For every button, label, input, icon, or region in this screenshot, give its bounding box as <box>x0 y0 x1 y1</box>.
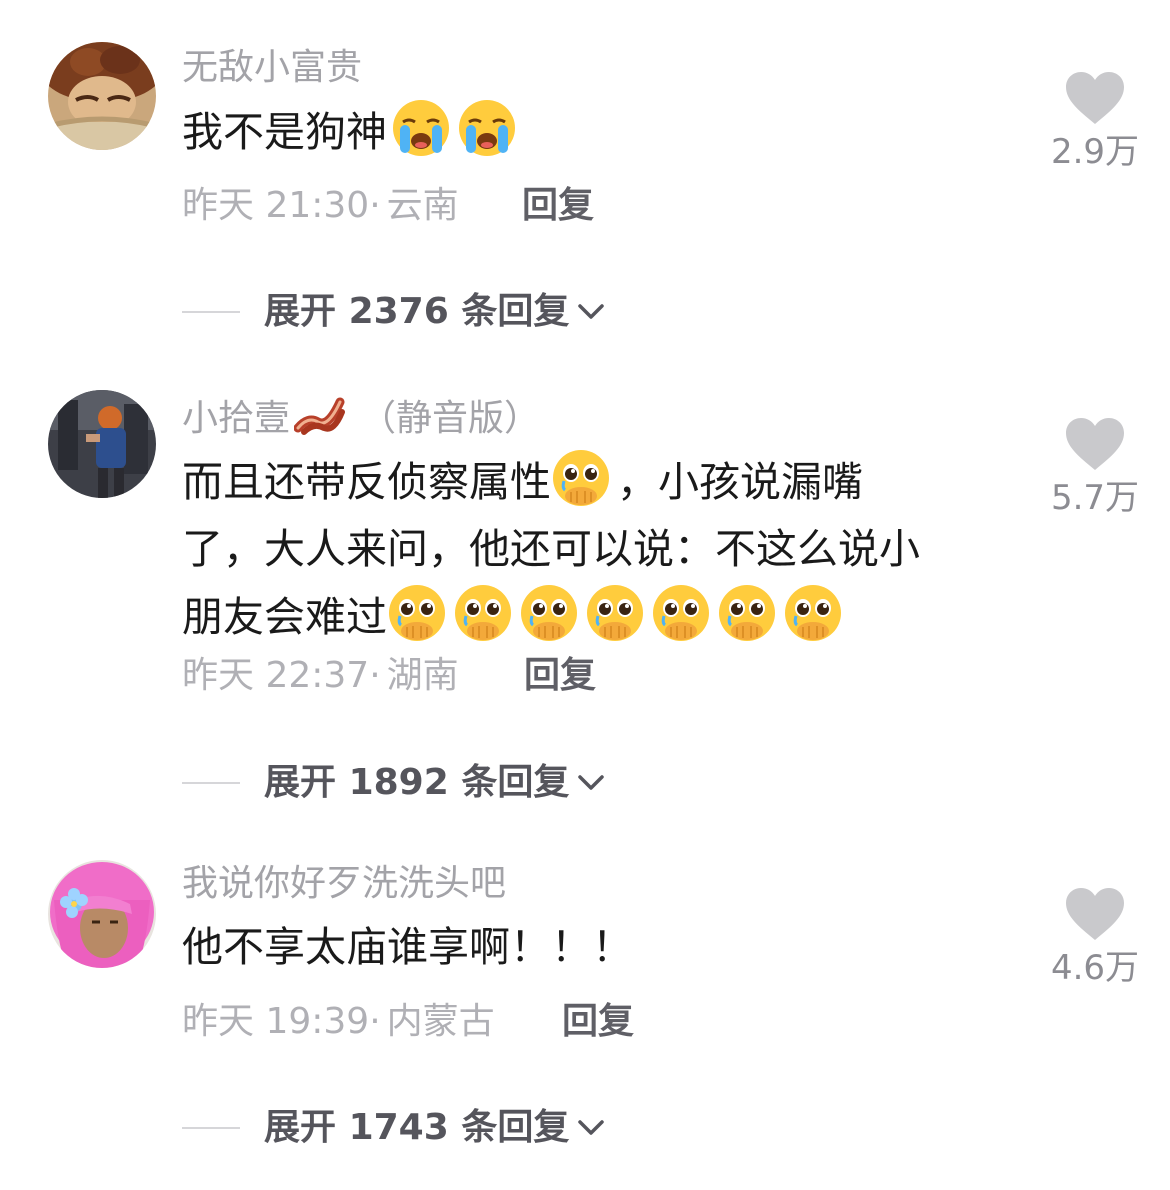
reply-button[interactable]: 回复 <box>562 1000 634 1044</box>
pleading-face-with-hands-icon <box>653 585 709 641</box>
comment-meta: 昨天 19:39· 内蒙古 <box>182 1000 495 1044</box>
comment-location: 内蒙古 <box>386 1001 495 1042</box>
like-count: 5.7万 <box>1050 478 1140 518</box>
comment-text-line: 而且还带反侦察属性 ，小孩说漏嘴 <box>182 448 1012 516</box>
pleading-face-with-hands-icon <box>521 585 577 641</box>
like-button[interactable]: 4.6万 <box>1040 886 1150 988</box>
comment-text: 他不享太庙谁享啊！！！ <box>182 914 1012 981</box>
comment-text: 我不是狗神 <box>182 98 1012 166</box>
loudly-crying-face-icon <box>459 100 515 156</box>
comment-text-line: 了，大人来问，他还可以说：不这么说小 <box>182 525 920 573</box>
comment-text-line: 我不是狗神 <box>182 108 387 156</box>
comment-location: 湖南 <box>386 655 459 696</box>
heart-icon <box>1066 72 1124 124</box>
pleading-face-with-hands-icon <box>553 450 609 506</box>
avatar[interactable] <box>48 390 156 498</box>
expand-replies-button[interactable]: 展开 1892 条回复 <box>182 761 605 805</box>
divider-line <box>182 782 240 784</box>
bacon-icon <box>294 397 346 435</box>
pleading-face-with-hands-icon <box>587 585 643 641</box>
pleading-face-with-hands-icon <box>455 585 511 641</box>
username-text: 小拾壹 <box>182 398 291 439</box>
divider-line <box>182 1127 240 1129</box>
expand-replies-label: 展开 1892 条回复 <box>264 762 570 803</box>
like-count: 4.6万 <box>1050 948 1140 988</box>
comment-location: 云南 <box>386 185 459 226</box>
comment-meta: 昨天 21:30· 云南 <box>182 184 459 228</box>
comment-time: 昨天 21:30· <box>182 185 381 226</box>
like-button[interactable]: 5.7万 <box>1040 416 1150 518</box>
reply-button[interactable]: 回复 <box>522 184 594 228</box>
expand-replies-button[interactable]: 展开 1743 条回复 <box>182 1106 605 1150</box>
comment-meta: 昨天 22:37· 湖南 <box>182 654 459 698</box>
username-text: 无敌小富贵 <box>182 47 363 88</box>
pleading-face-with-hands-icon <box>719 585 775 641</box>
loudly-crying-face-icon <box>393 100 449 156</box>
username-text: 我说你好歹洗洗头吧 <box>182 863 507 904</box>
expand-replies-label: 展开 1743 条回复 <box>264 1107 570 1148</box>
avatar[interactable] <box>48 860 156 968</box>
chevron-down-icon <box>578 304 605 319</box>
heart-icon <box>1066 418 1124 470</box>
username-suffix: （静音版） <box>360 398 541 439</box>
comment-text-line: 朋友会难过 <box>182 583 1012 651</box>
like-button[interactable]: 2.9万 <box>1040 70 1150 172</box>
expand-replies-label: 展开 2376 条回复 <box>264 291 570 332</box>
expand-replies-button[interactable]: 展开 2376 条回复 <box>182 290 605 334</box>
chevron-down-icon <box>578 1120 605 1135</box>
pleading-face-with-hands-icon <box>389 585 445 641</box>
divider-line <box>182 311 240 313</box>
reply-button[interactable]: 回复 <box>524 654 596 698</box>
pleading-face-with-hands-icon <box>785 585 841 641</box>
username[interactable]: 我说你好歹洗洗头吧 <box>182 862 506 906</box>
comment-time: 昨天 19:39· <box>182 1001 381 1042</box>
username[interactable]: 无敌小富贵 <box>182 46 362 90</box>
heart-icon <box>1066 888 1124 940</box>
comment-text-line: 他不享太庙谁享啊！！！ <box>182 923 633 971</box>
avatar[interactable] <box>48 42 156 150</box>
comment-text: 而且还带反侦察属性 ，小孩说漏嘴 了，大人来问，他还可以说：不这么说小 朋友会难… <box>182 448 1012 651</box>
comment-time: 昨天 22:37· <box>182 655 381 696</box>
username[interactable]: 小拾壹 （静音版） <box>182 392 540 441</box>
like-count: 2.9万 <box>1050 132 1140 172</box>
chevron-down-icon <box>578 775 605 790</box>
